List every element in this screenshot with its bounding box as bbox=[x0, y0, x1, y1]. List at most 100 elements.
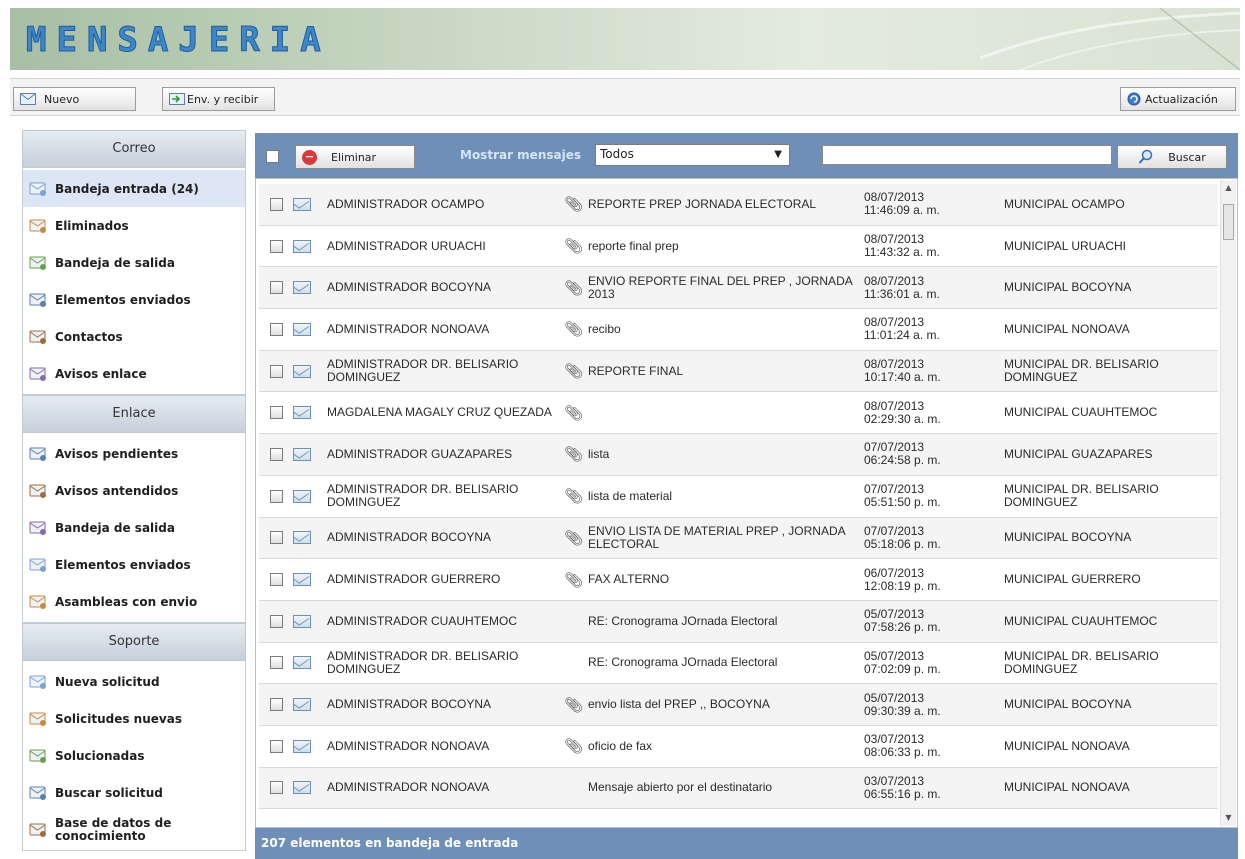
row-checkbox[interactable] bbox=[269, 322, 283, 336]
message-time: 06:55:16 p. m. bbox=[864, 786, 941, 801]
message-sender: ADMINISTRADOR BOCOYNA bbox=[327, 697, 492, 712]
message-row[interactable]: ADMINISTRADOR BOCOYNA 📎︎ ENVIO LISTA DE … bbox=[259, 517, 1218, 560]
sidebar-item-label: Avisos enlace bbox=[55, 366, 147, 381]
send-receive-label: Env. y recibir bbox=[187, 92, 259, 106]
message-time: 11:43:32 a. m. bbox=[864, 245, 940, 260]
new-message-button[interactable]: Nuevo bbox=[13, 87, 136, 111]
row-checkbox[interactable] bbox=[269, 739, 283, 753]
row-checkbox[interactable] bbox=[269, 698, 283, 712]
scroll-up-icon[interactable]: ▲ bbox=[1221, 180, 1236, 196]
sidebar-item-label: Solucionadas bbox=[55, 748, 145, 763]
row-checkbox[interactable] bbox=[269, 656, 283, 670]
attachment-icon: 📎︎ bbox=[564, 446, 584, 464]
message-row[interactable]: ADMINISTRADOR DR. BELISARIO DOMINGUEZ RE… bbox=[259, 643, 1218, 685]
sidebar-item[interactable]: Bandeja entrada (24) bbox=[23, 170, 245, 207]
sidebar-item[interactable]: Bandeja de salida bbox=[23, 244, 245, 281]
sidebar-item[interactable]: Eliminados bbox=[23, 207, 245, 244]
banner-decoration bbox=[980, 8, 1240, 70]
sidebar-item-label: Bandeja de salida bbox=[55, 255, 175, 270]
attachment-icon: 📎︎ bbox=[564, 279, 584, 297]
message-row[interactable]: ADMINISTRADOR BOCOYNA 📎︎ envio lista del… bbox=[259, 684, 1218, 726]
sidebar-item[interactable]: Contactos bbox=[23, 318, 245, 355]
sidebar-item[interactable]: Elementos enviados bbox=[23, 546, 245, 583]
message-row[interactable]: ADMINISTRADOR CUAUHTEMOC RE: Cronograma … bbox=[259, 600, 1218, 643]
envelope-icon bbox=[293, 239, 311, 253]
message-recipient: MUNICIPAL NONOAVA bbox=[1004, 738, 1130, 753]
row-checkbox[interactable] bbox=[269, 531, 283, 545]
sidebar-item[interactable]: Buscar solicitud bbox=[23, 774, 245, 811]
message-subject: envio lista del PREP ,, BOCOYNA bbox=[588, 697, 770, 712]
envelope-icon bbox=[293, 573, 311, 587]
message-datetime: 05/07/2013 07:02:09 p. m. bbox=[864, 649, 1004, 676]
scroll-down-icon[interactable]: ▼ bbox=[1221, 810, 1236, 826]
sidebar-item[interactable]: Avisos enlace bbox=[23, 355, 245, 392]
search-input[interactable] bbox=[822, 145, 1112, 165]
envelope-icon bbox=[293, 656, 311, 670]
select-all-checkbox[interactable] bbox=[266, 150, 279, 163]
sidebar-item-label: Avisos antendidos bbox=[55, 483, 179, 498]
send-receive-button[interactable]: Env. y recibir bbox=[162, 87, 275, 111]
message-row[interactable]: ADMINISTRADOR URUACHI 📎︎ reporte final p… bbox=[259, 226, 1218, 268]
envelope-icon bbox=[29, 182, 46, 196]
row-checkbox[interactable] bbox=[269, 281, 283, 295]
message-row[interactable]: ADMINISTRADOR NONOAVA Mensaje abierto po… bbox=[259, 767, 1218, 810]
message-row[interactable]: ADMINISTRADOR GUERRERO 📎︎ FAX ALTERNO 06… bbox=[259, 559, 1218, 601]
message-row[interactable]: ADMINISTRADOR DR. BELISARIO DOMINGUEZ 📎︎… bbox=[259, 350, 1218, 393]
message-row[interactable]: ADMINISTRADOR DR. BELISARIO DOMINGUEZ 📎︎… bbox=[259, 476, 1218, 518]
message-list-scrollbar[interactable]: ▲ ▼ bbox=[1220, 180, 1236, 826]
attachment-icon: 📎︎ bbox=[564, 488, 584, 506]
message-row[interactable]: ADMINISTRADOR GUAZAPARES 📎︎ lista 07/07/… bbox=[259, 434, 1218, 476]
row-checkbox[interactable] bbox=[269, 489, 283, 503]
message-row[interactable]: ADMINISTRADOR BOCOYNA 📎︎ ENVIO REPORTE F… bbox=[259, 267, 1218, 310]
chevron-down-icon: ▼ bbox=[774, 149, 782, 160]
message-recipient: MUNICIPAL DR. BELISARIO DOMINGUEZ bbox=[1004, 482, 1159, 510]
row-checkbox[interactable] bbox=[269, 781, 283, 795]
sidebar-item[interactable]: Nueva solicitud bbox=[23, 663, 245, 700]
message-recipient: MUNICIPAL NONOAVA bbox=[1004, 321, 1130, 336]
search-button[interactable]: Buscar bbox=[1117, 145, 1227, 169]
envelope-icon bbox=[293, 364, 311, 378]
message-subject: recibo bbox=[588, 321, 621, 336]
message-row[interactable]: ADMINISTRADOR NONOAVA 📎︎ oficio de fax 0… bbox=[259, 726, 1218, 768]
sidebar-item[interactable]: Bandeja de salida bbox=[23, 509, 245, 546]
message-sender: ADMINISTRADOR URUACHI bbox=[327, 238, 486, 253]
sidebar-item[interactable]: Avisos antendidos bbox=[23, 472, 245, 509]
row-checkbox[interactable] bbox=[269, 364, 283, 378]
sidebar-item[interactable]: Elementos enviados bbox=[23, 281, 245, 318]
row-checkbox[interactable] bbox=[269, 239, 283, 253]
message-sender: ADMINISTRADOR BOCOYNA bbox=[327, 280, 492, 295]
message-time: 02:29:30 a. m. bbox=[864, 411, 941, 426]
message-date: 05/07/2013 bbox=[864, 690, 925, 705]
row-checkbox[interactable] bbox=[269, 197, 283, 211]
solved-icon bbox=[29, 749, 46, 763]
row-checkbox[interactable] bbox=[269, 573, 283, 587]
message-time: 11:36:01 a. m. bbox=[864, 286, 940, 301]
row-checkbox[interactable] bbox=[269, 447, 283, 461]
status-bar: 207 elementos en bandeja de entrada bbox=[255, 828, 1238, 859]
sidebar-item-label: Elementos enviados bbox=[55, 557, 191, 572]
sidebar-item[interactable]: Solicitudes nuevas bbox=[23, 700, 245, 737]
envelope-icon bbox=[293, 197, 311, 211]
attachment-icon: 📎︎ bbox=[564, 529, 584, 547]
attachment-icon: 📎︎ bbox=[564, 238, 584, 256]
message-time: 11:01:24 a. m. bbox=[864, 328, 940, 343]
attachment-icon: 📎︎ bbox=[564, 196, 584, 214]
sidebar-item[interactable]: Asambleas con envio bbox=[23, 583, 245, 620]
new-request-icon bbox=[29, 675, 46, 689]
message-filter-select[interactable]: Todos ▼ bbox=[595, 144, 790, 166]
scroll-thumb[interactable] bbox=[1223, 204, 1234, 240]
message-recipient: MUNICIPAL CUAUHTEMOC bbox=[1004, 405, 1158, 420]
row-checkbox[interactable] bbox=[269, 614, 283, 628]
message-row[interactable]: ADMINISTRADOR NONOAVA 📎︎ recibo 08/07/20… bbox=[259, 309, 1218, 351]
envelope-icon bbox=[293, 406, 311, 420]
envelope-icon bbox=[293, 281, 311, 295]
delete-button[interactable]: − Eliminar bbox=[295, 145, 415, 169]
sidebar-item-label: Eliminados bbox=[55, 218, 129, 233]
message-row[interactable]: MAGDALENA MAGALY CRUZ QUEZADA 📎︎ 08/07/2… bbox=[259, 392, 1218, 435]
sidebar-item[interactable]: Avisos pendientes bbox=[23, 435, 245, 472]
update-button[interactable]: Actualización bbox=[1120, 87, 1236, 111]
sidebar-item[interactable]: Solucionadas bbox=[23, 737, 245, 774]
message-row[interactable]: ADMINISTRADOR OCAMPO 📎︎ REPORTE PREP JOR… bbox=[259, 184, 1218, 226]
sidebar-item[interactable]: Base de datos de conocimiento bbox=[23, 811, 245, 848]
row-checkbox[interactable] bbox=[269, 406, 283, 420]
